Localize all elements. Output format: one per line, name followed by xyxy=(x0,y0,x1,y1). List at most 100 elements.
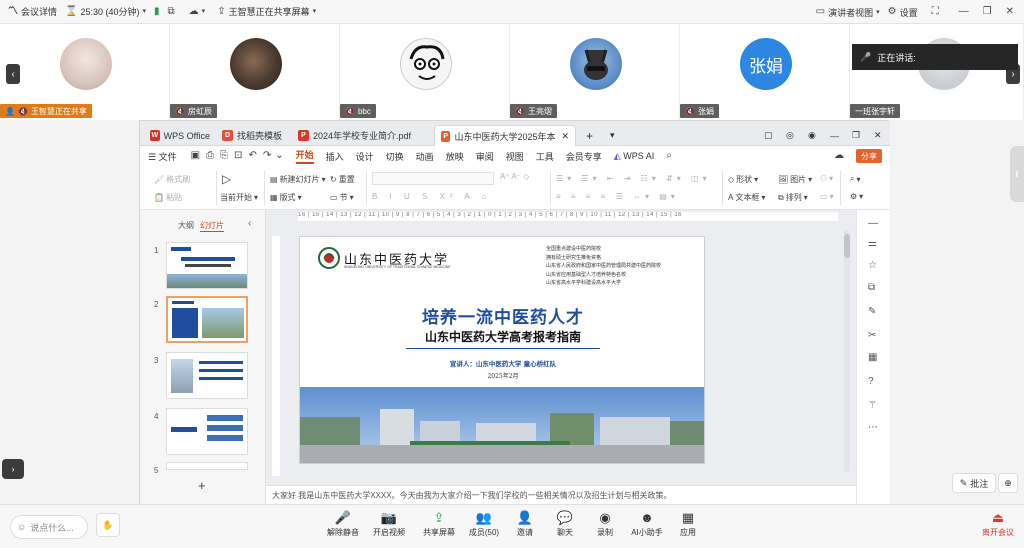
find-button[interactable]: ⌕ ▾ xyxy=(850,174,861,184)
undo-icon[interactable]: ↶ xyxy=(248,151,256,161)
print-icon[interactable]: ⎘ xyxy=(220,151,228,161)
save-icon[interactable]: ▣ xyxy=(191,151,200,161)
unmute-button[interactable]: 🎤 解除静音 xyxy=(322,511,364,538)
menu-insert[interactable]: 插入 xyxy=(326,150,344,163)
strip-prev-button[interactable]: ‹ xyxy=(6,64,20,84)
paragraph-controls[interactable]: ☰▾ ☰▾ ⇤ ⇥ ☷▾ ⇵▾ ◫▾ xyxy=(556,174,711,183)
tab-dropdown-button[interactable]: ▾ xyxy=(604,125,620,146)
speaker-notes[interactable]: 大家好 我是山东中医药大学XXXX。今天由我为大家介绍一下我们学校的一些相关情况… xyxy=(266,485,856,505)
picture-button[interactable]: 🖼 图片 ▾ xyxy=(778,174,812,185)
menu-file[interactable]: ☰ 文件 xyxy=(148,150,177,163)
shirt-icon[interactable]: ⚚ xyxy=(868,400,877,411)
alignment-controls[interactable]: ≡ ≡ ≡ ≡ ☰ ⇔▾ ▤▾ xyxy=(556,192,679,201)
meeting-info-button[interactable]: 〽 会议详情 xyxy=(8,5,57,18)
menu-member[interactable]: 会员专享 xyxy=(566,150,602,163)
copy-icon[interactable]: ⧉ xyxy=(868,282,875,293)
new-tab-button[interactable]: + xyxy=(580,125,606,146)
close-tab-icon[interactable]: ✕ xyxy=(561,131,569,142)
expand-left-button[interactable]: › xyxy=(2,459,24,479)
reset-button[interactable]: ↻ 重置 xyxy=(330,174,355,185)
close-app-button[interactable]: ✕ xyxy=(868,125,884,146)
tab-pdf[interactable]: P 2024年学校专业简介.pdf xyxy=(292,125,430,146)
participant-tile[interactable]: 🔇 房虹辰 xyxy=(170,24,340,120)
search-icon[interactable]: ⌕ xyxy=(666,151,672,161)
layout-button[interactable]: ▦ 版式 ▾ xyxy=(270,192,302,203)
menu-wps-ai[interactable]: ◭ WPS AI xyxy=(614,151,654,162)
tab-wps-office[interactable]: W WPS Office xyxy=(144,125,216,146)
new-slide-button[interactable]: ▤ 新建幻灯片 ▾ xyxy=(270,174,326,185)
members-button[interactable]: 👥 成员(50) xyxy=(463,511,505,538)
share-doc-button[interactable]: 分享 xyxy=(856,149,882,163)
menu-slideshow[interactable]: 放映 xyxy=(446,150,464,163)
slides-tab[interactable]: 幻灯片 xyxy=(200,220,224,232)
start-from-current-button[interactable]: 当前开始 ▾ xyxy=(220,192,258,203)
scrollbar-thumb[interactable] xyxy=(844,234,850,258)
outline-tab[interactable]: 大纲 xyxy=(178,220,194,231)
font-family-select[interactable] xyxy=(372,172,494,185)
participant-tile[interactable]: 👤 🔇 王智慧正在共享 xyxy=(0,24,170,120)
ai-assistant-button[interactable]: ☻ AI小助手 xyxy=(626,511,668,538)
chat-input[interactable]: ☺ 说点什么... xyxy=(10,515,88,539)
presenter-view-button[interactable]: ▭ 演讲者视图 ▾ xyxy=(816,6,880,19)
right-drawer-handle[interactable]: i xyxy=(1010,146,1024,202)
menu-tools[interactable]: 工具 xyxy=(536,150,554,163)
chat-button[interactable]: 💬 聊天 xyxy=(544,511,586,538)
menu-animation[interactable]: 动画 xyxy=(416,150,434,163)
edit-icon[interactable]: ✎ xyxy=(868,306,876,317)
participant-tile[interactable]: 🔇 王亮熠 xyxy=(510,24,680,120)
paste-button[interactable]: 📋 粘贴 xyxy=(154,192,182,203)
cloud-button[interactable]: ☁ ▾ xyxy=(189,6,206,17)
minus-icon[interactable]: — xyxy=(868,218,878,229)
window-layout-button[interactable]: ▢ xyxy=(758,125,774,146)
restore-button[interactable]: ❐ xyxy=(983,7,992,17)
menu-home[interactable]: 开始 xyxy=(295,148,314,164)
close-button[interactable]: ✕ xyxy=(1006,7,1014,17)
participant-tile[interactable]: 张娟 🔇 张娟 xyxy=(680,24,850,120)
menu-review[interactable]: 审阅 xyxy=(476,150,494,163)
maximize-app-button[interactable]: ❐ xyxy=(846,125,862,146)
fullscreen-button[interactable]: ⛶ xyxy=(932,7,939,17)
user-button[interactable]: ◉ xyxy=(802,125,818,146)
slide-thumbnail-5[interactable] xyxy=(166,462,248,470)
participant-tile[interactable]: 一班张宇轩 xyxy=(850,24,1024,120)
export-icon[interactable]: ⎙ xyxy=(206,151,214,161)
participant-tile[interactable]: 🔇 bbc xyxy=(340,24,510,120)
invite-button[interactable]: 👤 邀请 xyxy=(504,511,546,538)
fill-button[interactable]: ⚇ ▾ xyxy=(820,174,833,183)
section-button[interactable]: ▭ 节 ▾ xyxy=(330,192,354,203)
add-slide-button[interactable]: + xyxy=(198,478,206,493)
minimize-app-button[interactable]: — xyxy=(824,125,840,146)
collapse-panel-icon[interactable]: ‹ xyxy=(248,218,251,229)
slide-thumbnail-3[interactable] xyxy=(166,352,248,399)
redo-icon[interactable]: ↷ xyxy=(263,151,271,161)
leave-meeting-button[interactable]: ⏏ 离开会议 xyxy=(976,511,1020,538)
star-icon[interactable]: ☆ xyxy=(868,260,877,271)
outline-button[interactable]: ▭ ▾ xyxy=(820,192,834,201)
apps-button[interactable]: ▦ 应用 xyxy=(667,511,709,538)
arrange-button[interactable]: ⧉ 排列 ▾ xyxy=(778,192,808,203)
cloud-sync-button[interactable]: ◎ xyxy=(780,125,796,146)
menu-transition[interactable]: 切换 xyxy=(386,150,404,163)
meeting-timer[interactable]: ⌛ 25:30 (40分钟) ▾ xyxy=(65,5,146,18)
share-screen-button[interactable]: ⇪ 共享屏幕 xyxy=(418,511,460,538)
play-button[interactable]: ▷ xyxy=(222,172,231,186)
help-icon[interactable]: ? xyxy=(868,376,874,387)
textbox-button[interactable]: A 文本框 ▾ xyxy=(728,192,765,203)
popout-button[interactable]: ⧉ xyxy=(168,6,175,17)
font-style-buttons[interactable]: B I U S X² A ⌂ xyxy=(372,192,491,201)
cloud-upload-icon[interactable]: ☁ xyxy=(834,151,844,161)
zoom-button[interactable]: ⊕ xyxy=(998,473,1018,493)
record-button[interactable]: ◉ 录制 xyxy=(584,511,626,538)
minimize-button[interactable]: — xyxy=(959,7,969,17)
font-size-controls[interactable]: A⁺ A⁻ ◇ xyxy=(500,172,529,181)
chevron-down-icon[interactable]: ⌄ xyxy=(275,151,283,161)
menu-design[interactable]: 设计 xyxy=(356,150,374,163)
shape-button[interactable]: ◇ 形状 ▾ xyxy=(728,174,758,185)
tab-presentation[interactable]: P 山东中医药大学2025年本科... ✕ xyxy=(434,125,576,146)
current-slide[interactable]: 山东中医药大学 SHANDONG UNIVERSITY OF TRADITION… xyxy=(299,236,705,464)
more-icon[interactable]: ⋯ xyxy=(868,422,878,433)
start-video-button[interactable]: 📷 开启视频 xyxy=(368,511,410,538)
layout-icon[interactable]: ▦ xyxy=(868,352,877,363)
vertical-scrollbar[interactable] xyxy=(844,230,850,472)
annotate-button[interactable]: ✎ 批注 xyxy=(952,473,996,493)
